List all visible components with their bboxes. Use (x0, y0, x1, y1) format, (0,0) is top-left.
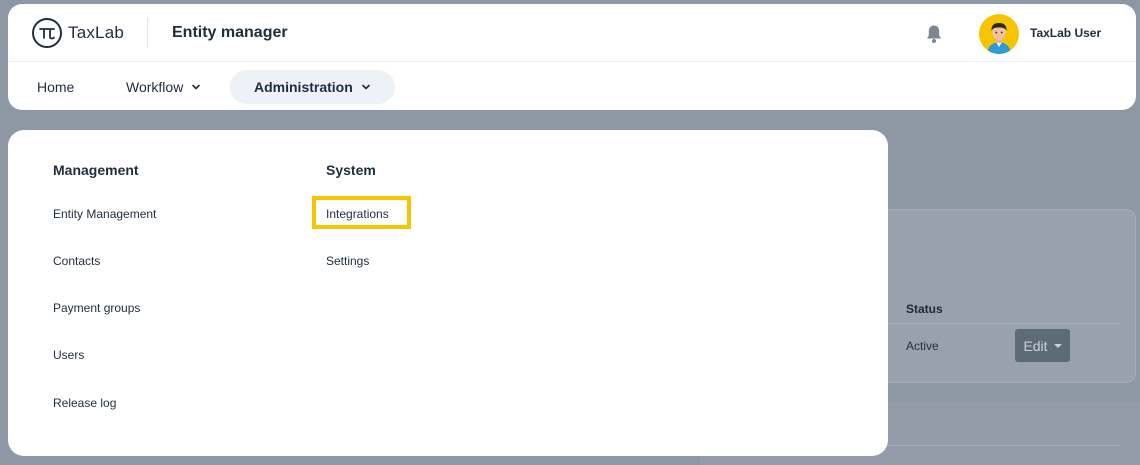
menu-item-payment-groups[interactable]: Payment groups (53, 301, 140, 315)
caret-down-icon (1053, 343, 1062, 348)
background-divider (880, 445, 1120, 446)
header-top-bar: TaxLab Entity manager TaxLab User (8, 4, 1136, 62)
menu-item-integrations[interactable]: Integrations (326, 207, 389, 221)
nav-workflow[interactable]: Workflow (126, 70, 201, 104)
nav-home[interactable]: Home (37, 70, 74, 104)
menu-item-release-log[interactable]: Release log (53, 396, 116, 410)
edit-button[interactable]: Edit (1015, 329, 1070, 362)
chevron-down-icon (192, 84, 201, 90)
chevron-down-icon (361, 84, 370, 90)
menu-heading-management: Management (53, 162, 139, 178)
nav-workflow-label: Workflow (126, 79, 184, 95)
avatar[interactable] (979, 14, 1019, 54)
table-cell-status: Active (906, 339, 939, 353)
edit-button-label: Edit (1023, 337, 1048, 354)
table-header-status: Status (906, 302, 943, 316)
user-name[interactable]: TaxLab User (1030, 26, 1101, 40)
bell-icon (927, 25, 941, 43)
pi-logo-icon (32, 18, 62, 48)
menu-item-settings[interactable]: Settings (326, 254, 369, 268)
menu-heading-system: System (326, 162, 376, 178)
logo[interactable]: TaxLab (32, 18, 124, 48)
menu-column-system: System Integrations Settings (326, 162, 389, 268)
page-title: Entity manager (172, 24, 288, 41)
logo-text: TaxLab (68, 23, 125, 42)
menu-item-contacts[interactable]: Contacts (53, 254, 100, 268)
notifications-button[interactable] (923, 23, 945, 45)
menu-item-entity-management[interactable]: Entity Management (53, 207, 156, 221)
table-divider (888, 323, 1120, 324)
main-nav: Home Workflow Administration (8, 68, 1136, 104)
nav-administration[interactable]: Administration (230, 70, 395, 104)
app-header: TaxLab Entity manager TaxLab User Home W… (8, 4, 1136, 110)
menu-item-users[interactable]: Users (53, 348, 84, 362)
menu-column-management: Management Entity Management Contacts Pa… (53, 162, 156, 410)
header-separator (147, 18, 148, 48)
administration-dropdown: Management Entity Management Contacts Pa… (8, 130, 888, 456)
nav-home-label: Home (37, 79, 75, 95)
nav-administration-label: Administration (254, 79, 353, 95)
